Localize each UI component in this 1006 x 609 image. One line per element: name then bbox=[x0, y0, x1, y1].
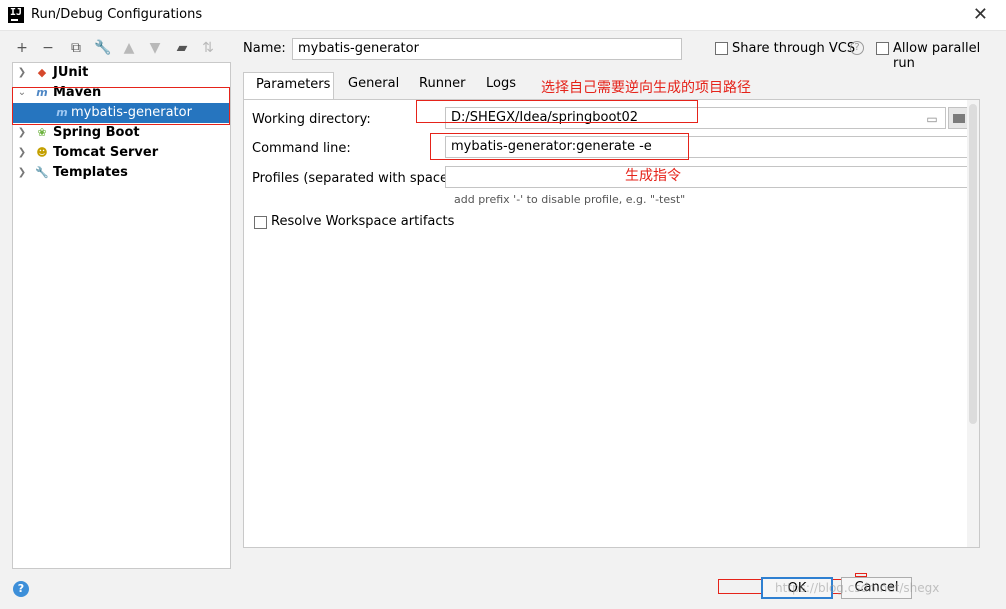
wrench-icon: 🔧 bbox=[35, 166, 49, 179]
tab-runner[interactable]: Runner bbox=[407, 72, 478, 100]
name-label: Name: bbox=[243, 41, 286, 56]
annotation-working-directory: 选择自己需要逆向生成的项目路径 bbox=[541, 80, 751, 96]
allow-parallel-checkbox[interactable] bbox=[876, 42, 889, 55]
tree-item-tomcat-server[interactable]: ❯ ☻ Tomcat Server bbox=[13, 143, 230, 163]
tab-logs[interactable]: Logs bbox=[474, 72, 528, 100]
resolve-artifacts-checkbox[interactable] bbox=[254, 216, 267, 229]
allow-parallel-label: Allow parallel run bbox=[893, 41, 981, 71]
profiles-label: Profiles (separated with space): bbox=[252, 171, 458, 186]
sort-icon[interactable]: ⇅ bbox=[198, 38, 218, 58]
chevron-right-icon[interactable]: ❯ bbox=[16, 63, 28, 83]
annotation-box-working-directory bbox=[416, 100, 698, 123]
arrow-down-icon[interactable]: ▼ bbox=[145, 38, 165, 58]
working-directory-label: Working directory: bbox=[252, 112, 371, 127]
chevron-right-icon[interactable]: ❯ bbox=[16, 123, 28, 143]
window-title: Run/Debug Configurations bbox=[31, 7, 203, 22]
help-icon[interactable]: ? bbox=[850, 41, 864, 55]
profiles-input[interactable] bbox=[445, 166, 970, 188]
intellij-logo-icon: IJ bbox=[8, 7, 24, 23]
help-icon[interactable]: ? bbox=[13, 581, 29, 597]
junit-icon: ◆ bbox=[37, 66, 47, 79]
plus-icon[interactable]: + bbox=[12, 38, 32, 58]
command-line-label: Command line: bbox=[252, 141, 351, 156]
panel-scrollbar[interactable] bbox=[967, 100, 979, 547]
name-input[interactable]: mybatis-generator bbox=[292, 38, 682, 60]
spring-boot-icon: ❀ bbox=[37, 126, 47, 139]
watermark: https://blog.csdn.net/shegx bbox=[775, 581, 940, 595]
close-icon[interactable]: ✕ bbox=[973, 4, 988, 25]
title-bar: IJ Run/Debug Configurations ✕ bbox=[0, 0, 1006, 31]
arrow-up-icon[interactable]: ▲ bbox=[119, 38, 139, 58]
wrench-icon[interactable]: 🔧 bbox=[93, 38, 113, 58]
share-vcs-checkbox[interactable] bbox=[715, 42, 728, 55]
annotation-command: 生成指令 bbox=[625, 168, 681, 184]
folder-icon[interactable]: ▭ bbox=[923, 111, 941, 127]
annotation-box-command-line bbox=[430, 133, 689, 160]
share-vcs-label: Share through VCS bbox=[732, 41, 856, 56]
tab-general[interactable]: General bbox=[336, 72, 411, 100]
parameters-panel: Working directory: D:/SHEGX/Idea/springb… bbox=[243, 99, 980, 548]
chevron-right-icon[interactable]: ❯ bbox=[16, 143, 28, 163]
tree-item-templates[interactable]: ❯ 🔧 Templates bbox=[13, 163, 230, 183]
tree-item-junit[interactable]: ❯ ◆ JUnit bbox=[13, 63, 230, 83]
profiles-hint: add prefix '-' to disable profile, e.g. … bbox=[454, 193, 686, 206]
tab-parameters[interactable]: Parameters bbox=[243, 72, 334, 100]
minus-icon[interactable]: − bbox=[38, 38, 58, 58]
chevron-right-icon[interactable]: ❯ bbox=[16, 163, 28, 183]
resolve-artifacts-label: Resolve Workspace artifacts bbox=[271, 214, 455, 229]
copy-icon[interactable]: ⧉ bbox=[66, 38, 86, 58]
tree-item-spring-boot[interactable]: ❯ ❀ Spring Boot bbox=[13, 123, 230, 143]
config-tree: ❯ ◆ JUnit ⌄ m Maven m mybatis-generator … bbox=[12, 62, 231, 569]
tomcat-icon: ☻ bbox=[36, 146, 48, 159]
annotation-box-maven bbox=[12, 87, 230, 125]
new-folder-icon[interactable]: ▰ bbox=[172, 38, 192, 58]
